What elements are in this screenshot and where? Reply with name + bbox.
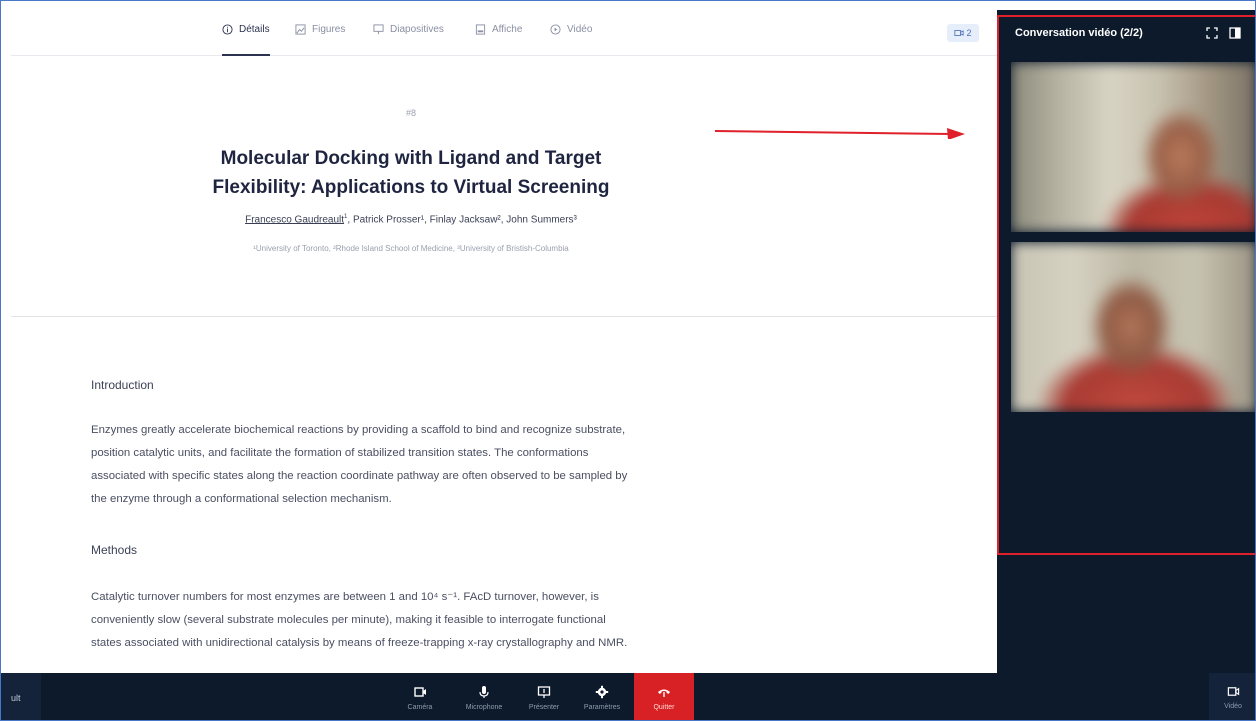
article-number: #8 [405,108,416,118]
tab-label: Détails [239,24,270,35]
authors-rest: , Patrick Prosser¹, Finlay Jacksaw², Joh… [347,214,577,226]
article-title: Molecular Docking with Ligand and Target… [111,144,711,202]
camera-icon [414,687,426,697]
present-button[interactable]: Présenter [521,673,567,720]
hangup-icon [658,689,670,697]
paragraph-line: the enzyme through a conformational sele… [91,493,392,505]
tab-figures[interactable]: Figures [295,24,345,56]
methods-heading: Methods [91,543,138,557]
tab-details[interactable]: Détails [222,24,270,56]
paragraph-line: Enzymes greatly accelerate biochemical r… [91,424,626,436]
present-icon [537,686,551,698]
control-label: Microphone [465,704,503,711]
article-title-line: Flexibility: Applications to Virtual Scr… [212,177,610,198]
paragraph-line: Catalytic turnover numbers for most enzy… [91,591,599,603]
paragraph-line: conveniently slow (several substrate mol… [91,614,606,626]
article-title-line: Molecular Docking with Ligand and Target [220,148,602,169]
tab-label: Figures [312,24,346,35]
tab-affiche[interactable]: Affiche [475,24,522,56]
microphone-button[interactable]: Microphone [456,673,512,720]
author-link[interactable]: Francesco Gaudreault [245,214,344,225]
paragraph-line: states associated with unidirectional ca… [91,637,628,649]
tab-label: Affiche [492,24,523,35]
poster-icon [475,24,486,35]
video-toggle-button[interactable]: Vidéo [1209,673,1255,720]
video-toggle-label: Vidéo [1224,703,1242,710]
camera-count-badge[interactable]: 2 [947,24,979,42]
control-label: Quitter [653,704,675,711]
presentation-icon [373,24,384,35]
microphone-icon [479,686,489,698]
gear-icon [595,685,609,699]
tab-label: Diapositives [390,24,444,35]
paragraph-line: position catalytic units, and facilitate… [91,447,589,459]
tab-video[interactable]: Vidéo [550,24,592,56]
video-icon [1227,687,1239,696]
app-window: Détails Figures Diapositives Affiche Vid… [0,0,1256,721]
tab-bar: Détails Figures Diapositives Affiche Vid… [11,10,997,56]
intro-paragraph: Enzymes greatly accelerate biochemical r… [91,419,721,511]
camera-icon [954,30,965,36]
camera-button[interactable]: Caméra [399,673,441,720]
play-icon [550,24,561,35]
left-user-label: ult [11,693,21,703]
tab-label: Vidéo [567,24,593,35]
annotation-arrow [715,128,965,139]
paragraph-line: associated with specific states along th… [91,470,628,482]
tab-diapositives[interactable]: Diapositives [373,24,444,56]
settings-button[interactable]: Paramètres [575,673,629,720]
intro-heading: Introduction [91,378,154,392]
image-icon [295,24,306,35]
article-affiliations: ¹University of Toronto, ²Rhode Island Sc… [253,244,569,253]
info-icon [222,24,233,35]
quit-button[interactable]: Quitter [634,673,694,720]
highlight-box [997,15,1255,555]
article-authors: Francesco Gaudreault1, Patrick Prosser¹,… [111,214,711,225]
camera-count: 2 [966,28,972,38]
methods-paragraph: Catalytic turnover numbers for most enzy… [91,586,721,655]
control-label: Présenter [528,704,560,711]
control-label: Caméra [407,704,433,711]
control-label: Paramètres [583,704,621,711]
left-user-tab[interactable]: ult [1,673,41,720]
